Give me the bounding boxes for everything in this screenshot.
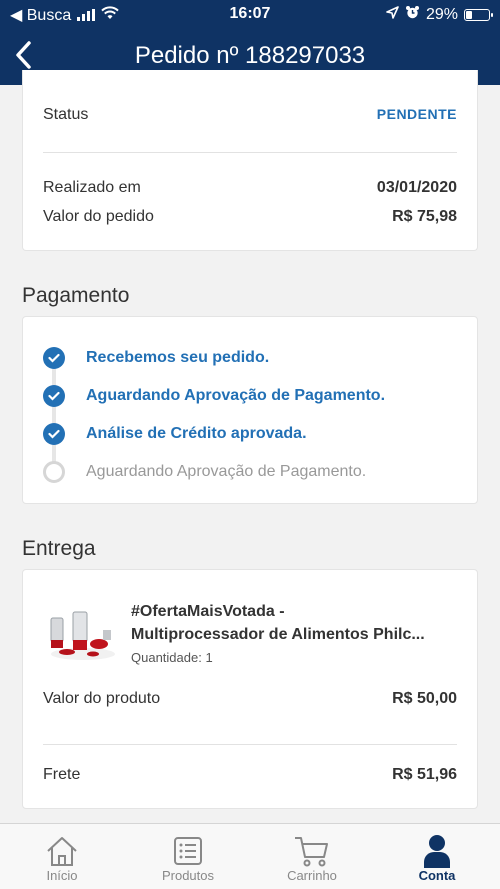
date-value: 03/01/2020 (376, 179, 457, 196)
cart-icon (262, 834, 362, 868)
status-label: Status (43, 106, 89, 123)
product-name[interactable]: #OfertaMaisVotada - Multiprocessador de … (131, 600, 456, 646)
check-icon (43, 385, 65, 407)
total-label: Valor do pedido (43, 208, 154, 225)
product-name-line: Multiprocessador de Alimentos Philc... (131, 626, 425, 643)
product-image (43, 604, 117, 662)
user-icon (387, 834, 487, 868)
payment-section-title: Pagamento (22, 284, 130, 307)
tab-conta[interactable]: Conta (387, 834, 487, 883)
status-badge: PENDENTE (376, 106, 457, 122)
delivery-card: #OfertaMaisVotada - Multiprocessador de … (22, 569, 478, 809)
product-value: R$ 50,00 (392, 690, 457, 707)
location-icon (386, 6, 399, 24)
timeline-step-label: Análise de Crédito aprovada. (86, 425, 307, 442)
shipping-label: Frete (43, 766, 81, 783)
tab-inicio[interactable]: Início (12, 834, 112, 883)
total-value: R$ 75,98 (392, 208, 457, 225)
date-row: Realizado em 03/01/2020 (43, 179, 457, 197)
timeline-step: Recebemos seu pedido. (43, 347, 269, 369)
delivery-section-title: Entrega (22, 537, 96, 560)
date-label: Realizado em (43, 179, 141, 196)
list-icon (138, 834, 238, 868)
timeline-step: Aguardando Aprovação de Pagamento. (43, 385, 385, 407)
timeline-step-label: Aguardando Aprovação de Pagamento. (86, 463, 367, 480)
product-value-row: Valor do produto R$ 50,00 (43, 690, 457, 708)
page-title: Pedido nº 188297033 (134, 42, 366, 69)
timeline-step: Análise de Crédito aprovada. (43, 423, 307, 445)
timeline-step: Aguardando Aprovação de Pagamento. (43, 461, 366, 483)
home-icon (12, 834, 112, 868)
alarm-icon (405, 5, 420, 25)
shipping-row: Frete R$ 51,96 (43, 766, 457, 784)
timeline-step-label: Aguardando Aprovação de Pagamento. (86, 387, 386, 404)
tab-produtos[interactable]: Produtos (138, 834, 238, 883)
divider (43, 152, 457, 153)
status-right: 29% (386, 5, 493, 25)
payment-card: Recebemos seu pedido. Aguardando Aprovaç… (22, 316, 478, 504)
tab-carrinho[interactable]: Carrinho (262, 834, 362, 883)
product-quantity: Quantidade: 1 (131, 650, 213, 665)
pending-circle-icon (43, 461, 65, 483)
product-name-line: #OfertaMaisVotada - (131, 603, 285, 620)
status-row: Status PENDENTE (43, 106, 457, 124)
total-row: Valor do pedido R$ 75,98 (43, 208, 457, 226)
shipping-value: R$ 51,96 (392, 766, 457, 783)
tab-label: Início (46, 868, 78, 883)
timeline-line (52, 358, 56, 470)
timeline-step-label: Recebemos seu pedido. (86, 349, 270, 366)
battery-icon (464, 9, 493, 21)
divider (43, 744, 457, 745)
battery-percent: 29% (425, 6, 458, 23)
product-value-label: Valor do produto (43, 690, 161, 707)
order-summary-card: Status PENDENTE Realizado em 03/01/2020 … (22, 70, 478, 251)
check-icon (43, 423, 65, 445)
tab-label: Produtos (161, 868, 215, 883)
check-icon (43, 347, 65, 369)
tab-label: Carrinho (287, 868, 337, 883)
tab-label: Conta (418, 868, 456, 883)
bottom-tab-bar: Início Produtos Carrinho Conta (0, 823, 500, 889)
status-bar: ◀ Busca 16:07 29% (0, 0, 500, 28)
